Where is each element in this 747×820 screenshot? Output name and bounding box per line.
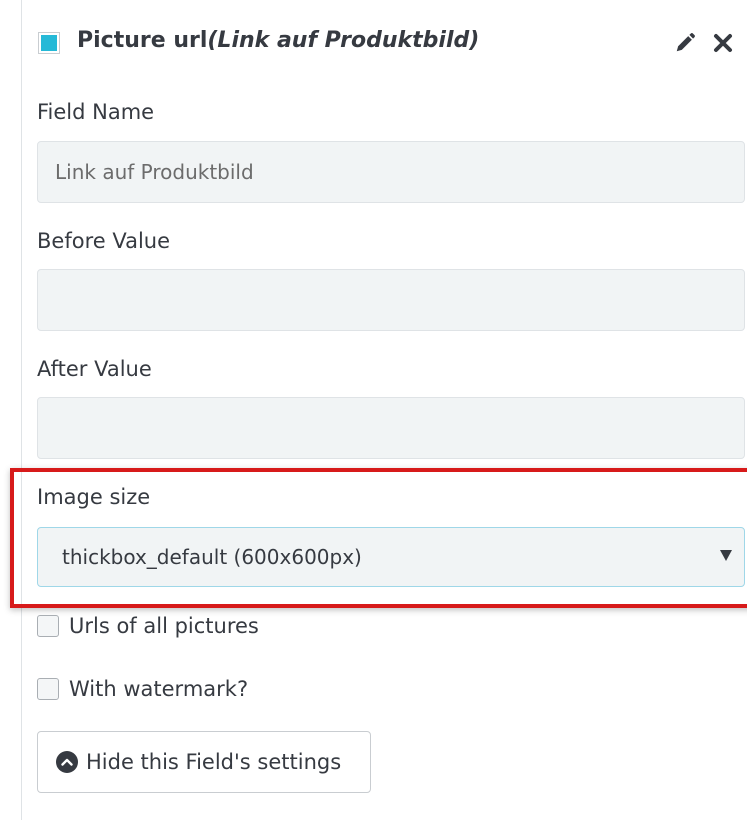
color-swatch-fill — [41, 35, 57, 51]
before-value-label: Before Value — [37, 229, 171, 253]
field-settings-panel: Picture url(Link auf Produktbild) Field … — [10, 0, 747, 820]
urls-all-pictures-checkbox[interactable] — [37, 615, 59, 637]
close-icon[interactable] — [710, 30, 736, 56]
pencil-icon[interactable] — [672, 30, 698, 56]
before-value-input[interactable] — [37, 269, 745, 331]
close-icon-svg — [714, 34, 732, 52]
field-header: Picture url(Link auf Produktbild) — [22, 18, 747, 66]
urls-all-pictures-option[interactable]: Urls of all pictures — [37, 614, 259, 638]
image-size-select[interactable]: thickbox_default (600x600px) — [37, 527, 745, 587]
with-watermark-label: With watermark? — [69, 677, 249, 701]
with-watermark-option[interactable]: With watermark? — [37, 677, 248, 701]
field-name-label: Field Name — [37, 100, 155, 124]
field-name-input[interactable] — [37, 141, 745, 203]
image-size-label: Image size — [37, 485, 151, 509]
with-watermark-checkbox[interactable] — [37, 678, 59, 700]
caret-down-icon — [720, 550, 732, 561]
hide-settings-button[interactable]: Hide this Field's settings — [37, 731, 371, 793]
after-value-label: After Value — [37, 357, 152, 381]
field-title-main: Picture url — [77, 28, 208, 53]
urls-all-pictures-label: Urls of all pictures — [69, 614, 259, 638]
field-color-swatch[interactable] — [38, 32, 60, 54]
pencil-icon-svg — [676, 33, 695, 52]
after-value-input[interactable] — [37, 397, 745, 459]
image-size-selected-value: thickbox_default (600x600px) — [62, 545, 362, 569]
hide-settings-label: Hide this Field's settings — [86, 750, 342, 774]
field-title: Picture url(Link auf Produktbild) — [77, 28, 479, 53]
field-title-sub: (Link auf Produktbild) — [207, 28, 480, 53]
chevron-up-circle-icon — [56, 751, 78, 773]
